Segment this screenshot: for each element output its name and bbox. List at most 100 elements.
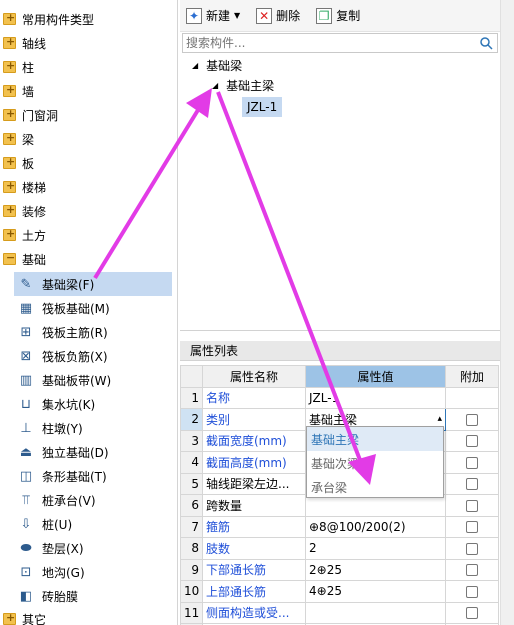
scrollbar[interactable] (500, 0, 514, 625)
dropdown-option[interactable]: 基础主梁 (307, 427, 443, 451)
extra-checkbox[interactable] (466, 585, 478, 598)
tree-node-label: 基础梁 (206, 58, 243, 73)
sidebar-item-cushion[interactable]: ⬬ 垫层(X) (14, 536, 172, 560)
sidebar-category-label: 其它 (22, 612, 47, 625)
tree-node-root[interactable]: ◢ 基础梁 (192, 54, 242, 76)
row-number: 6 (180, 494, 203, 517)
table-row[interactable]: 10 上部通长筋 4⊕25 (180, 580, 499, 603)
pencil-icon: ✎ (20, 276, 32, 292)
dropdown-option[interactable]: 承台梁 (307, 475, 443, 499)
extra-checkbox[interactable] (466, 542, 478, 555)
sidebar-item-pile[interactable]: ⇩ 桩(U) (14, 512, 172, 536)
table-row[interactable]: 11 侧面构造或受... (180, 601, 499, 624)
new-button[interactable]: ✦ 新建 ▼ (186, 7, 240, 24)
property-value[interactable]: ⊕8@100/200(2) (305, 515, 446, 538)
table-row[interactable]: 9 下部通长筋 2⊕25 (180, 558, 499, 581)
extra-checkbox-cell (445, 580, 499, 603)
folder-icon (3, 107, 16, 121)
search-box (182, 33, 498, 53)
sidebar-item-label: 垫层(X) (42, 541, 84, 556)
property-name: 类别 (202, 408, 306, 431)
trench-icon: ⊡ (20, 564, 32, 580)
property-value[interactable] (305, 601, 446, 624)
table-row[interactable]: 1 名称 JZL-1 (180, 386, 499, 409)
sidebar-category-label: 门窗洞 (22, 108, 59, 123)
sidebar-item-isolated-footing[interactable]: ⏏ 独立基础(D) (14, 440, 172, 464)
raft-grid-icon: ▦ (19, 300, 33, 316)
sidebar-category-common[interactable]: 常用构件类型 (0, 7, 178, 31)
collapse-triangle-icon[interactable]: ◢ (212, 81, 218, 90)
property-value[interactable]: 2 (305, 537, 446, 560)
property-name: 截面高度(mm) (202, 451, 306, 474)
search-icon[interactable] (479, 36, 493, 50)
property-value[interactable]: 4⊕25 (305, 580, 446, 603)
table-row[interactable]: 7 箍筋 ⊕8@100/200(2) (180, 515, 499, 538)
table-row[interactable]: 8 肢数 2 (180, 537, 499, 560)
dropdown-caret-icon[interactable]: ▴ (437, 414, 442, 424)
collapse-triangle-icon[interactable]: ◢ (192, 61, 198, 70)
extra-checkbox[interactable] (466, 478, 478, 491)
folder-icon (3, 227, 16, 241)
component-tree: ◢ 基础梁 ◢ 基础主梁 JZL-1 (180, 54, 500, 328)
dropdown-option[interactable]: 基础次梁 (307, 451, 443, 475)
sidebar-category-opening[interactable]: 门窗洞 (0, 103, 178, 127)
sidebar-item-pile-cap[interactable]: ⫪ 桩承台(V) (14, 488, 172, 512)
row-number: 7 (180, 515, 203, 538)
sidebar-category-label: 墙 (22, 84, 35, 99)
sidebar-item-raft-main-rebar[interactable]: ⊞ 筏板主筋(R) (14, 320, 172, 344)
sidebar-item-label: 筏板主筋(R) (42, 325, 108, 340)
property-list-title: 属性列表 (180, 341, 500, 361)
sidebar-item-sump[interactable]: ⊔ 集水坑(K) (14, 392, 172, 416)
sidebar-item-slab-strip[interactable]: ▥ 基础板带(W) (14, 368, 172, 392)
sidebar-category-column[interactable]: 柱 (0, 55, 178, 79)
sidebar-category-other[interactable]: 其它 (0, 607, 178, 625)
sidebar-item-pier[interactable]: ⊥ 柱墩(Y) (14, 416, 172, 440)
extra-checkbox[interactable] (466, 456, 478, 469)
extra-checkbox[interactable] (466, 499, 478, 512)
property-extra-header: 附加 (445, 365, 499, 388)
property-value[interactable]: JZL-1 (305, 386, 446, 409)
sidebar-item-foundation-beam[interactable]: ✎ 基础梁(F) (14, 272, 172, 296)
property-name: 箍筋 (202, 515, 306, 538)
sidebar-item-brick-mold[interactable]: ◧ 砖胎膜 (14, 584, 172, 608)
sidebar-category-axis[interactable]: 轴线 (0, 31, 178, 55)
sidebar-item-raft-foundation[interactable]: ▦ 筏板基础(M) (14, 296, 172, 320)
sidebar-item-label: 基础板带(W) (42, 373, 112, 388)
extra-checkbox[interactable] (466, 564, 478, 577)
property-name: 上部通长筋 (202, 580, 306, 603)
property-name-header: 属性名称 (202, 365, 306, 388)
tree-node-child[interactable]: ◢ 基础主梁 (212, 74, 274, 96)
property-value[interactable]: 2⊕25 (305, 558, 446, 581)
sidebar-category-wall[interactable]: 墙 (0, 79, 178, 103)
sidebar-category-slab[interactable]: 板 (0, 151, 178, 175)
sidebar-category-label: 装修 (22, 204, 47, 219)
sidebar-category-foundation[interactable]: 基础 (0, 247, 178, 271)
cushion-icon: ⬬ (20, 540, 32, 556)
extra-checkbox[interactable] (466, 521, 478, 534)
sidebar-item-label: 条形基础(T) (42, 469, 107, 484)
category-dropdown-list: 基础主梁 基础次梁 承台梁 (306, 426, 444, 498)
sidebar-item-strip-footing[interactable]: ◫ 条形基础(T) (14, 464, 172, 488)
sidebar-category-decoration[interactable]: 装修 (0, 199, 178, 223)
sidebar-category-stairs[interactable]: 楼梯 (0, 175, 178, 199)
tree-node-leaf[interactable]: JZL-1 (242, 97, 283, 117)
delete-button[interactable]: ✕ 删除 (256, 7, 300, 24)
sidebar-item-trench[interactable]: ⊡ 地沟(G) (14, 560, 172, 584)
search-input[interactable] (183, 34, 473, 52)
extra-checkbox[interactable] (466, 435, 478, 448)
delete-button-label: 删除 (276, 9, 301, 23)
sidebar-category-beam[interactable]: 梁 (0, 127, 178, 151)
tree-node-label: JZL-1 (247, 100, 278, 114)
folder-icon (3, 203, 16, 217)
sidebar-category-label: 常用构件类型 (22, 12, 95, 27)
sidebar-category-earthwork[interactable]: 土方 (0, 223, 178, 247)
sidebar-item-label: 桩(U) (42, 517, 73, 532)
sidebar-item-label: 筏板基础(M) (42, 301, 110, 316)
sidebar-item-raft-negative-rebar[interactable]: ⊠ 筏板负筋(X) (14, 344, 172, 368)
property-name: 截面宽度(mm) (202, 429, 306, 452)
sidebar-category-label: 柱 (22, 60, 35, 75)
extra-checkbox-cell (445, 472, 499, 495)
copy-button[interactable]: ❐ 复制 (316, 7, 360, 24)
extra-checkbox[interactable] (466, 607, 478, 620)
extra-checkbox[interactable] (466, 413, 478, 426)
